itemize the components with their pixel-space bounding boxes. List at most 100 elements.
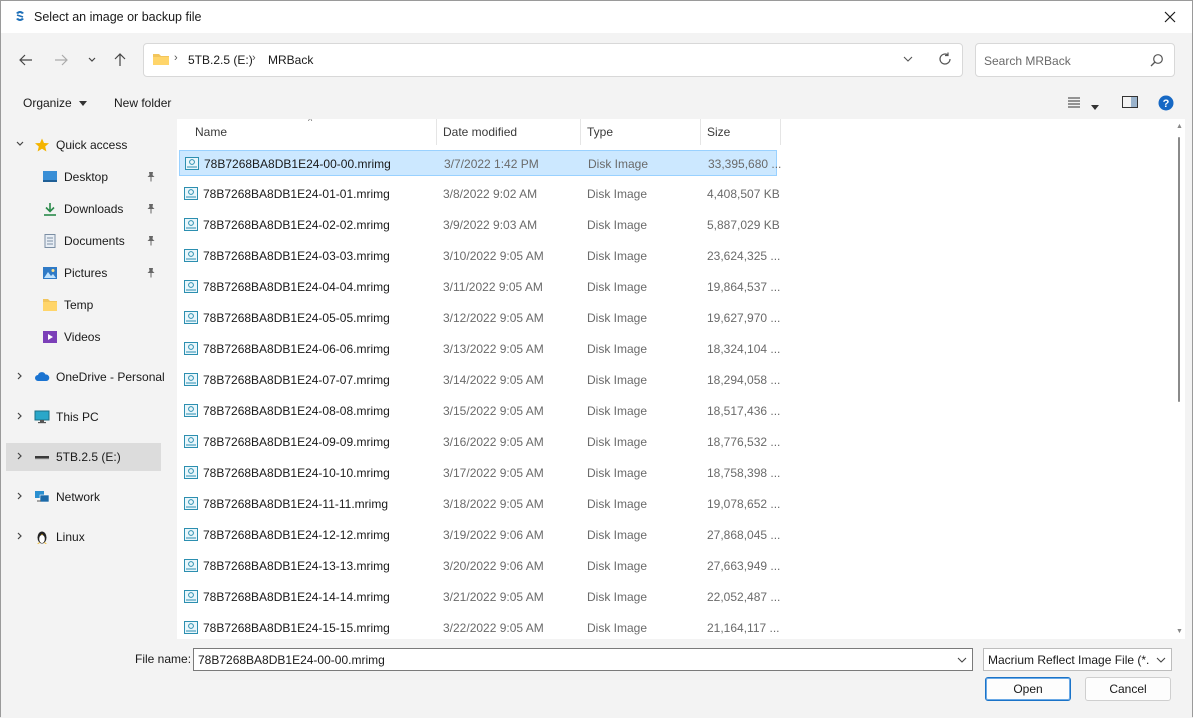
file-name: 78B7268BA8DB1E24-10-10.mrimg <box>203 466 390 480</box>
nav-label: Documents <box>64 234 125 248</box>
disk-image-file-icon <box>184 497 198 510</box>
file-date-modified: 3/16/2022 9:05 AM <box>443 435 544 449</box>
file-row[interactable]: 78B7268BA8DB1E24-13-13.mrimg 3/20/2022 9:… <box>179 553 780 579</box>
monitor-icon <box>34 410 50 424</box>
file-row[interactable]: 78B7268BA8DB1E24-07-07.mrimg 3/14/2022 9:… <box>179 367 780 393</box>
file-row[interactable]: 78B7268BA8DB1E24-01-01.mrimg 3/8/2022 9:0… <box>179 181 780 207</box>
column-header-size[interactable]: Size <box>701 119 780 145</box>
desktop-icon <box>42 170 58 184</box>
column-header-label: Date modified <box>443 125 518 139</box>
column-header-name[interactable]: ^ Name <box>177 119 436 145</box>
file-row[interactable]: 78B7268BA8DB1E24-05-05.mrimg 3/12/2022 9:… <box>179 305 780 331</box>
change-view-button[interactable] <box>1067 95 1081 112</box>
search-box[interactable] <box>975 43 1175 77</box>
search-input[interactable] <box>984 52 1144 70</box>
file-name: 78B7268BA8DB1E24-03-03.mrimg <box>203 249 390 263</box>
pin-icon[interactable] <box>146 203 156 217</box>
search-icon[interactable] <box>1150 53 1164 70</box>
organize-menu[interactable]: Organize <box>23 96 88 110</box>
file-row[interactable]: 78B7268BA8DB1E24-08-08.mrimg 3/15/2022 9:… <box>179 398 780 424</box>
nav-quick-access[interactable]: Quick access <box>6 131 161 159</box>
scrollbar-thumb[interactable] <box>1178 137 1180 402</box>
file-type: Disk Image <box>587 528 648 542</box>
nav-temp[interactable]: Temp <box>6 291 161 319</box>
file-name-input[interactable] <box>198 652 938 668</box>
dialog-footer: File name: Macrium Reflect Image File (*… <box>1 639 1192 718</box>
view-options-dropdown[interactable] <box>1091 100 1099 114</box>
nav-onedrive[interactable]: OneDrive - Personal <box>6 363 165 391</box>
column-divider[interactable] <box>780 119 781 145</box>
nav-linux[interactable]: Linux <box>6 523 161 551</box>
column-header-type[interactable]: Type <box>581 119 700 145</box>
nav-documents[interactable]: Documents <box>6 227 161 255</box>
file-row[interactable]: 78B7268BA8DB1E24-02-02.mrimg 3/9/2022 9:0… <box>179 212 780 238</box>
new-folder-button[interactable]: New folder <box>114 96 171 110</box>
file-row[interactable]: 78B7268BA8DB1E24-10-10.mrimg 3/17/2022 9:… <box>179 460 780 486</box>
file-size: 4,408,507 KB <box>707 187 780 201</box>
close-button[interactable] <box>1148 1 1192 33</box>
pin-icon[interactable] <box>146 171 156 185</box>
scroll-down-icon[interactable]: ▼ <box>1176 628 1183 635</box>
file-date-modified: 3/18/2022 9:05 AM <box>443 497 544 511</box>
organize-label: Organize <box>23 96 72 110</box>
pin-icon[interactable] <box>146 235 156 249</box>
help-button[interactable]: ? <box>1158 95 1174 114</box>
address-bar[interactable]: › 5TB.2.5 (E:) › MRBack <box>143 43 963 77</box>
back-button[interactable] <box>15 49 37 71</box>
chevron-right-icon[interactable] <box>15 411 25 424</box>
file-type-filter[interactable]: Macrium Reflect Image File (*.mrimg) <box>983 648 1172 671</box>
nav-downloads[interactable]: Downloads <box>6 195 161 223</box>
file-name-dropdown[interactable] <box>956 654 968 669</box>
forward-button[interactable] <box>50 49 72 71</box>
file-row[interactable]: 78B7268BA8DB1E24-11-11.mrimg 3/18/2022 9:… <box>179 491 780 517</box>
nav-label: This PC <box>56 410 99 424</box>
file-type: Disk Image <box>587 373 648 387</box>
chevron-right-icon[interactable] <box>15 531 25 544</box>
arrow-left-icon <box>19 54 32 66</box>
chevron-down-icon[interactable] <box>15 139 25 152</box>
nav-desktop[interactable]: Desktop <box>6 163 161 191</box>
recent-locations-button[interactable] <box>81 49 103 71</box>
vertical-scrollbar[interactable]: ▲ ▼ <box>1173 119 1185 639</box>
nav-network[interactable]: Network <box>6 483 161 511</box>
file-date-modified: 3/20/2022 9:06 AM <box>443 559 544 573</box>
file-type: Disk Image <box>587 342 648 356</box>
file-size: 18,776,532 ... <box>707 435 781 449</box>
file-name: 78B7268BA8DB1E24-04-04.mrimg <box>203 280 390 294</box>
column-header-date[interactable]: Date modified <box>437 119 580 145</box>
nav-pictures[interactable]: Pictures <box>6 259 161 287</box>
file-name-combobox[interactable] <box>193 648 973 671</box>
file-row[interactable]: 78B7268BA8DB1E24-14-14.mrimg 3/21/2022 9:… <box>179 584 780 610</box>
cancel-button[interactable]: Cancel <box>1085 677 1171 701</box>
file-row[interactable]: 78B7268BA8DB1E24-06-06.mrimg 3/13/2022 9:… <box>179 336 780 362</box>
file-name: 78B7268BA8DB1E24-11-11.mrimg <box>203 497 388 511</box>
address-history-dropdown[interactable] <box>902 53 914 68</box>
file-row[interactable]: 78B7268BA8DB1E24-15-15.mrimg 3/22/2022 9:… <box>179 615 780 639</box>
disk-image-file-icon <box>184 559 198 572</box>
help-icon: ? <box>1158 95 1174 111</box>
nav-this-pc[interactable]: This PC <box>6 403 161 431</box>
nav-videos[interactable]: Videos <box>6 323 161 351</box>
file-row[interactable]: 78B7268BA8DB1E24-00-00.mrimg 3/7/2022 1:4… <box>179 150 781 176</box>
chevron-right-icon[interactable] <box>15 451 25 464</box>
disk-image-file-icon <box>184 187 198 200</box>
disk-image-file-icon <box>184 311 198 324</box>
file-row[interactable]: 78B7268BA8DB1E24-12-12.mrimg 3/19/2022 9:… <box>179 522 780 548</box>
nav-drive-e[interactable]: 5TB.2.5 (E:) <box>6 443 161 471</box>
pin-icon[interactable] <box>146 267 156 281</box>
chevron-right-icon[interactable] <box>15 491 25 504</box>
breadcrumb-drive[interactable]: 5TB.2.5 (E:) <box>188 53 253 67</box>
open-button[interactable]: Open <box>985 677 1071 701</box>
up-button[interactable] <box>109 49 131 71</box>
file-row[interactable]: 78B7268BA8DB1E24-09-09.mrimg 3/16/2022 9:… <box>179 429 781 455</box>
file-type: Disk Image <box>587 249 648 263</box>
file-row[interactable]: 78B7268BA8DB1E24-03-03.mrimg 3/10/2022 9:… <box>179 243 780 269</box>
close-icon <box>1164 11 1176 23</box>
preview-pane-button[interactable] <box>1122 95 1138 112</box>
refresh-button[interactable] <box>938 52 952 69</box>
disk-image-file-icon <box>184 249 198 262</box>
breadcrumb-folder[interactable]: MRBack <box>268 53 313 67</box>
scroll-up-icon[interactable]: ▲ <box>1176 123 1183 130</box>
file-row[interactable]: 78B7268BA8DB1E24-04-04.mrimg 3/11/2022 9:… <box>179 274 780 300</box>
chevron-right-icon[interactable] <box>15 371 25 384</box>
